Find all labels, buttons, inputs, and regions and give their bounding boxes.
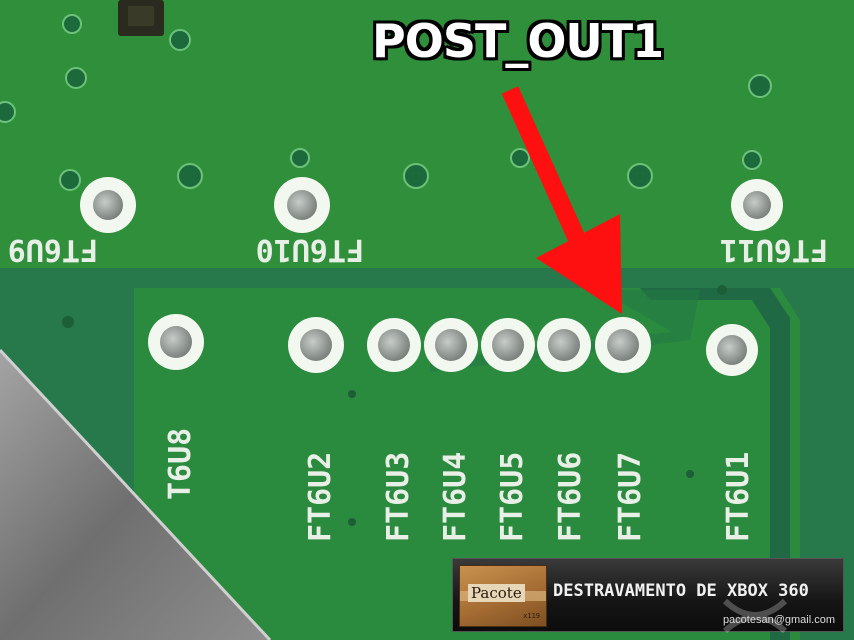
silk-label-t6u8: T6U8 — [163, 428, 198, 500]
box-small-text: x119 — [523, 612, 540, 620]
silk-label-ft6u4: FT6U4 — [438, 452, 473, 542]
brand-label: Pacote — [468, 584, 525, 602]
pcb-photo: FT6U9 FT6U10 FT6U11 T6U8 FT6U2 FT6U3 FT6… — [0, 0, 854, 640]
watermark-title: DESTRAVAMENTO DE XBOX 360 — [553, 581, 809, 601]
silk-label-ft6u5: FT6U5 — [495, 452, 530, 542]
watermark-email: pacotesan@gmail.com — [722, 614, 835, 626]
silk-label-ft6u2: FT6U2 — [303, 452, 338, 542]
silk-label-ft6u1: FT6U1 — [721, 452, 756, 542]
cardboard-box-logo: Pacote x119 — [459, 565, 547, 627]
watermark-banner: Pacote x119 DESTRAVAMENTO DE XBOX 360 pa… — [452, 558, 844, 633]
silk-label-ft6u9: FT6U9 — [8, 232, 98, 267]
silk-label-ft6u7: FT6U7 — [613, 452, 648, 542]
silk-label-ft6u6: FT6U6 — [553, 452, 588, 542]
silk-label-ft6u11: FT6U11 — [720, 232, 828, 267]
post-out1-label: POST_OUT1 — [372, 14, 664, 68]
smd-component-pad — [128, 6, 154, 26]
silk-label-ft6u10: FT6U10 — [256, 232, 364, 267]
silk-label-ft6u3: FT6U3 — [381, 452, 416, 542]
